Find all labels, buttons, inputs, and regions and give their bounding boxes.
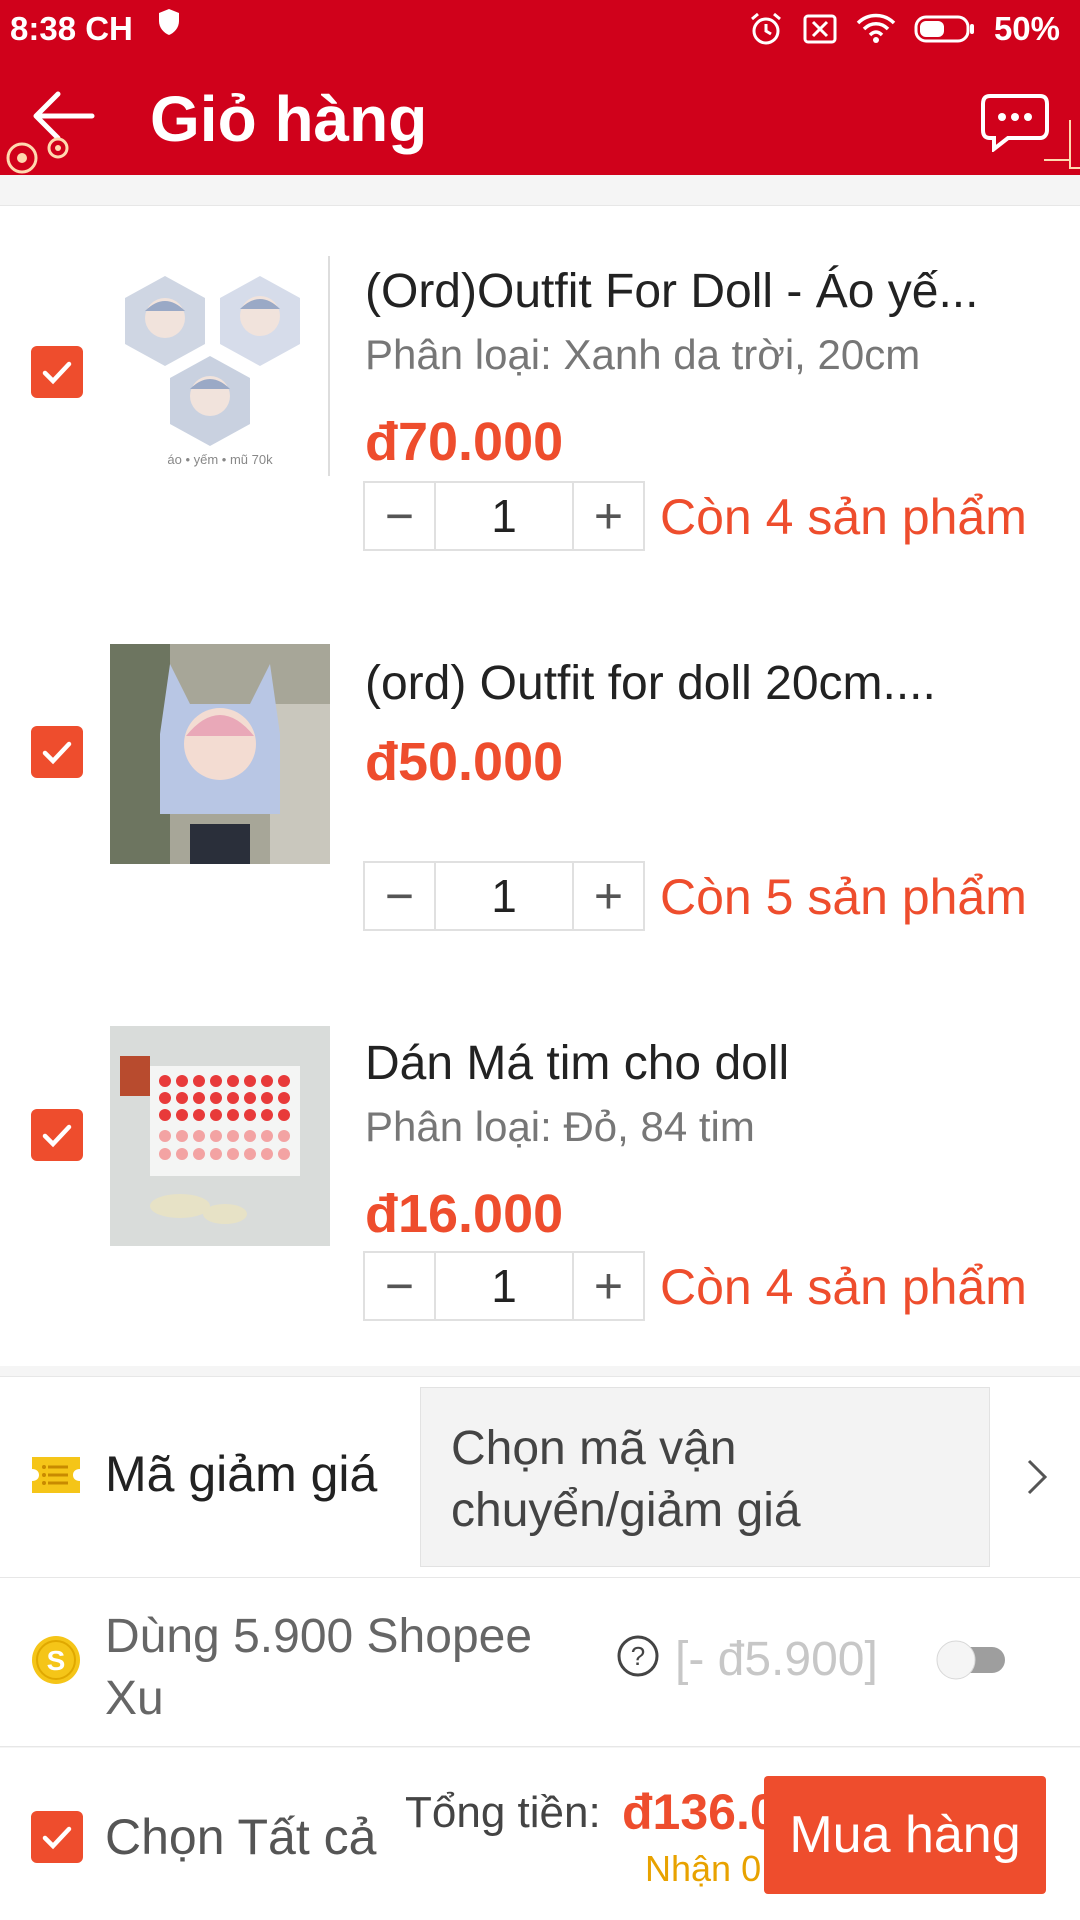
page-title: Giỏ hàng <box>150 83 428 155</box>
battery-icon <box>914 15 974 43</box>
quantity-input[interactable]: 1 <box>434 483 575 549</box>
coin-icon: S <box>30 1634 82 1691</box>
svg-text:?: ? <box>631 1641 645 1671</box>
cart-item-list: áo • yếm • mũ 70k (Ord)Outfit For Doll -… <box>0 205 1080 1366</box>
decrease-button[interactable]: − <box>365 1253 434 1319</box>
increase-button[interactable]: + <box>574 1253 643 1319</box>
stock-remaining: Còn 4 sản phẩm <box>660 1259 1027 1315</box>
shopee-coins-row: S Dùng 5.900 Shopee Xu ? [- đ5.900] <box>0 1578 1080 1747</box>
item-price: đ50.000 <box>365 732 564 792</box>
status-right: 50% <box>748 10 1060 48</box>
stock-remaining: Còn 5 sản phẩm <box>660 869 1027 925</box>
wifi-icon <box>856 13 896 43</box>
item-name[interactable]: Dán Má tim cho doll <box>365 1036 1055 1091</box>
coins-discount: [- đ5.900] <box>675 1633 878 1686</box>
voucher-row[interactable]: Mã giảm giá Chọn mã vận chuyển/giảm giá <box>0 1376 1080 1578</box>
corner-decoration-icon <box>1040 120 1080 175</box>
item-name[interactable]: (ord) Outfit for doll 20cm.... <box>365 656 1055 711</box>
decrease-button[interactable]: − <box>365 863 434 929</box>
item-name[interactable]: (Ord)Outfit For Doll - Áo yế... <box>365 264 1055 319</box>
quantity-stepper: − 1 + <box>363 1251 645 1321</box>
product-image[interactable] <box>110 1026 330 1246</box>
stock-remaining: Còn 4 sản phẩm <box>660 489 1027 545</box>
item-checkbox[interactable] <box>31 346 83 398</box>
select-all-label[interactable]: Chọn Tất cả <box>105 1808 376 1866</box>
voucher-label: Mã giảm giá <box>105 1446 378 1502</box>
item-variant[interactable]: Phân loại: Xanh da trời, 20cm <box>365 331 920 379</box>
help-icon[interactable]: ? <box>616 1634 660 1683</box>
item-price: đ70.000 <box>365 412 564 472</box>
checkout-button[interactable]: Mua hàng <box>764 1776 1046 1894</box>
checkout-bar: Chọn Tất cả Tổng tiền: đ136.0 Nhận 0 Mua… <box>0 1748 1080 1920</box>
select-all-checkbox[interactable] <box>31 1811 83 1863</box>
cart-item: Dán Má tim cho doll Phân loại: Đỏ, 84 ti… <box>0 996 1080 1376</box>
chevron-right-icon[interactable] <box>1023 1455 1053 1504</box>
flower-decoration-icon <box>0 128 90 180</box>
coins-toggle-switch[interactable] <box>935 1639 1010 1681</box>
no-sim-icon <box>803 14 837 44</box>
cart-item: (ord) Outfit for doll 20cm.... đ50.000 −… <box>0 616 1080 996</box>
increase-button[interactable]: + <box>574 483 643 549</box>
voucher-select-field[interactable]: Chọn mã vận chuyển/giảm giá <box>420 1387 990 1567</box>
item-checkbox[interactable] <box>31 726 83 778</box>
product-image[interactable]: áo • yếm • mũ 70k <box>110 256 330 476</box>
decrease-button[interactable]: − <box>365 483 434 549</box>
alarm-icon <box>750 12 781 45</box>
shield-icon <box>158 8 180 41</box>
thumb-caption: áo • yếm • mũ 70k <box>167 452 273 467</box>
product-image[interactable] <box>110 644 330 864</box>
total-label: Tổng tiền: <box>405 1788 601 1837</box>
quantity-input[interactable]: 1 <box>434 863 575 929</box>
cart-item: áo • yếm • mũ 70k (Ord)Outfit For Doll -… <box>0 236 1080 616</box>
quantity-stepper: − 1 + <box>363 861 645 931</box>
earn-coins-text: Nhận 0 <box>645 1848 762 1889</box>
item-checkbox[interactable] <box>31 1109 83 1161</box>
quantity-input[interactable]: 1 <box>434 1253 575 1319</box>
voucher-ticket-icon <box>30 1453 82 1502</box>
item-price: đ16.000 <box>365 1184 564 1244</box>
increase-button[interactable]: + <box>574 863 643 929</box>
image-divider <box>328 256 330 476</box>
svg-text:S: S <box>47 1645 66 1676</box>
status-time: 8:38 CH <box>10 10 133 47</box>
item-variant[interactable]: Phân loại: Đỏ, 84 tim <box>365 1103 755 1151</box>
battery-percent: 50% <box>993 10 1060 47</box>
coins-label: Dùng 5.900 Shopee Xu <box>105 1610 533 1725</box>
total-value: đ136.0 <box>622 1784 778 1840</box>
quantity-stepper: − 1 + <box>363 481 645 551</box>
app-header: 8:38 CH 50% Giỏ hàng <box>0 0 1080 175</box>
